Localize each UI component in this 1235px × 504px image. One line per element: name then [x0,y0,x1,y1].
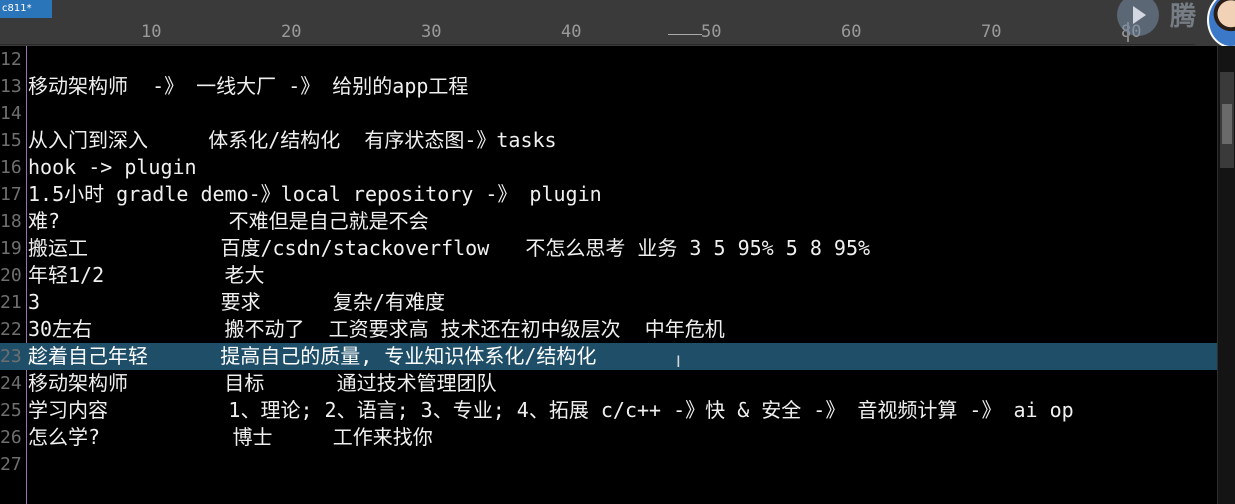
line-number: 27 [0,454,22,475]
ruler-tick-label: 60 [841,22,862,42]
editor-line[interactable]: 19 搬运工 百度/csdn/stackoverflow 不怎么思考 业务 3 … [0,235,1217,262]
editor-line[interactable]: 27 [0,451,1217,478]
line-number: 14 [0,103,22,124]
scrollbar-thumb[interactable] [1222,104,1232,144]
editor-line[interactable]: 26 怎么学? 博士 工作来找你 [0,424,1217,451]
line-text[interactable]: 移动架构师 -》 一线大厂 -》 给别的app工程 [28,73,468,100]
line-number: 22 [0,319,22,340]
line-number: 13 [0,76,22,97]
line-text[interactable]: 3 要求 复杂/有难度 [28,289,445,316]
line-number: 25 [0,400,22,421]
ruler-tick-label: 20 [281,22,302,42]
editor-line[interactable]: 16 hook -> plugin [0,154,1217,181]
line-number: 23 [0,346,22,367]
editor-line[interactable]: 21 3 要求 复杂/有难度 [0,289,1217,316]
ruler-tick-label: 10 [141,22,162,42]
ruler-divider [0,44,1195,45]
line-text[interactable]: 趁着自己年轻 提高自己的质量, 专业知识体系化/结构化 [28,343,596,370]
editor-line[interactable]: 13 移动架构师 -》 一线大厂 -》 给别的app工程 [0,73,1217,100]
editor-line[interactable]: 17 1.5小时 gradle demo-》local repository -… [0,181,1217,208]
column-ruler: c811* 10 20 30 40 50 60 70 80 [0,0,1235,46]
file-tab[interactable]: c811* [0,0,52,18]
text-editor[interactable]: 12 13 移动架构师 -》 一线大厂 -》 给别的app工程 14 15 从入… [0,46,1235,504]
editor-line[interactable]: 24 移动架构师 目标 通过技术管理团队 [0,370,1217,397]
vertical-scrollbar[interactable] [1217,46,1235,504]
line-number: 17 [0,184,22,205]
line-number: 26 [0,427,22,448]
line-number: 21 [0,292,22,313]
ruler-cursor-marker [668,34,702,35]
line-number: 20 [0,265,22,286]
line-text[interactable]: 从入门到深入 体系化/结构化 有序状态图-》tasks [28,127,557,154]
line-number: 18 [0,211,22,232]
line-number: 24 [0,373,22,394]
line-text[interactable]: 难? 不难但是自己就是不会 [28,208,429,235]
line-text[interactable]: 学习内容 1、理论; 2、语言; 3、专业; 4、拓展 c/c++ -》快 & … [28,397,1074,424]
line-text[interactable]: hook -> plugin [28,154,197,181]
ruler-tick-label: 30 [421,22,442,42]
line-text[interactable]: 年轻1/2 老大 [28,262,265,289]
editor-line[interactable]: 12 [0,46,1217,73]
line-number: 12 [0,49,22,70]
ruler-tick-label: 50 [701,22,722,42]
editor-line[interactable]: 25 学习内容 1、理论; 2、语言; 3、专业; 4、拓展 c/c++ -》快… [0,397,1217,424]
editor-line[interactable]: 18 难? 不难但是自己就是不会 [0,208,1217,235]
editor-line[interactable]: 22 30左右 搬不动了 工资要求高 技术还在初中级层次 中年危机 [0,316,1217,343]
line-text[interactable]: 30左右 搬不动了 工资要求高 技术还在初中级层次 中年危机 [28,316,725,343]
editor-line[interactable]: 14 [0,100,1217,127]
line-text[interactable]: 搬运工 百度/csdn/stackoverflow 不怎么思考 业务 3 5 9… [28,235,870,262]
line-text[interactable]: 怎么学? 博士 工作来找你 [28,424,433,451]
line-text[interactable]: 1.5小时 gradle demo-》local repository -》 p… [28,181,602,208]
ruler-tick-label: 70 [981,22,1002,42]
ruler-tick-label: 40 [561,22,582,42]
editor-line[interactable]: 15 从入门到深入 体系化/结构化 有序状态图-》tasks [0,127,1217,154]
line-number: 19 [0,238,22,259]
editor-line[interactable]: 20 年轻1/2 老大 [0,262,1217,289]
text-cursor-icon: I [676,352,681,371]
line-number: 16 [0,157,22,178]
watermark: 腾 [1170,2,1197,32]
line-text[interactable]: 移动架构师 目标 通过技术管理团队 [28,370,497,397]
editor-line-highlighted[interactable]: 23 趁着自己年轻 提高自己的质量, 专业知识体系化/结构化 [0,343,1217,370]
line-number: 15 [0,130,22,151]
